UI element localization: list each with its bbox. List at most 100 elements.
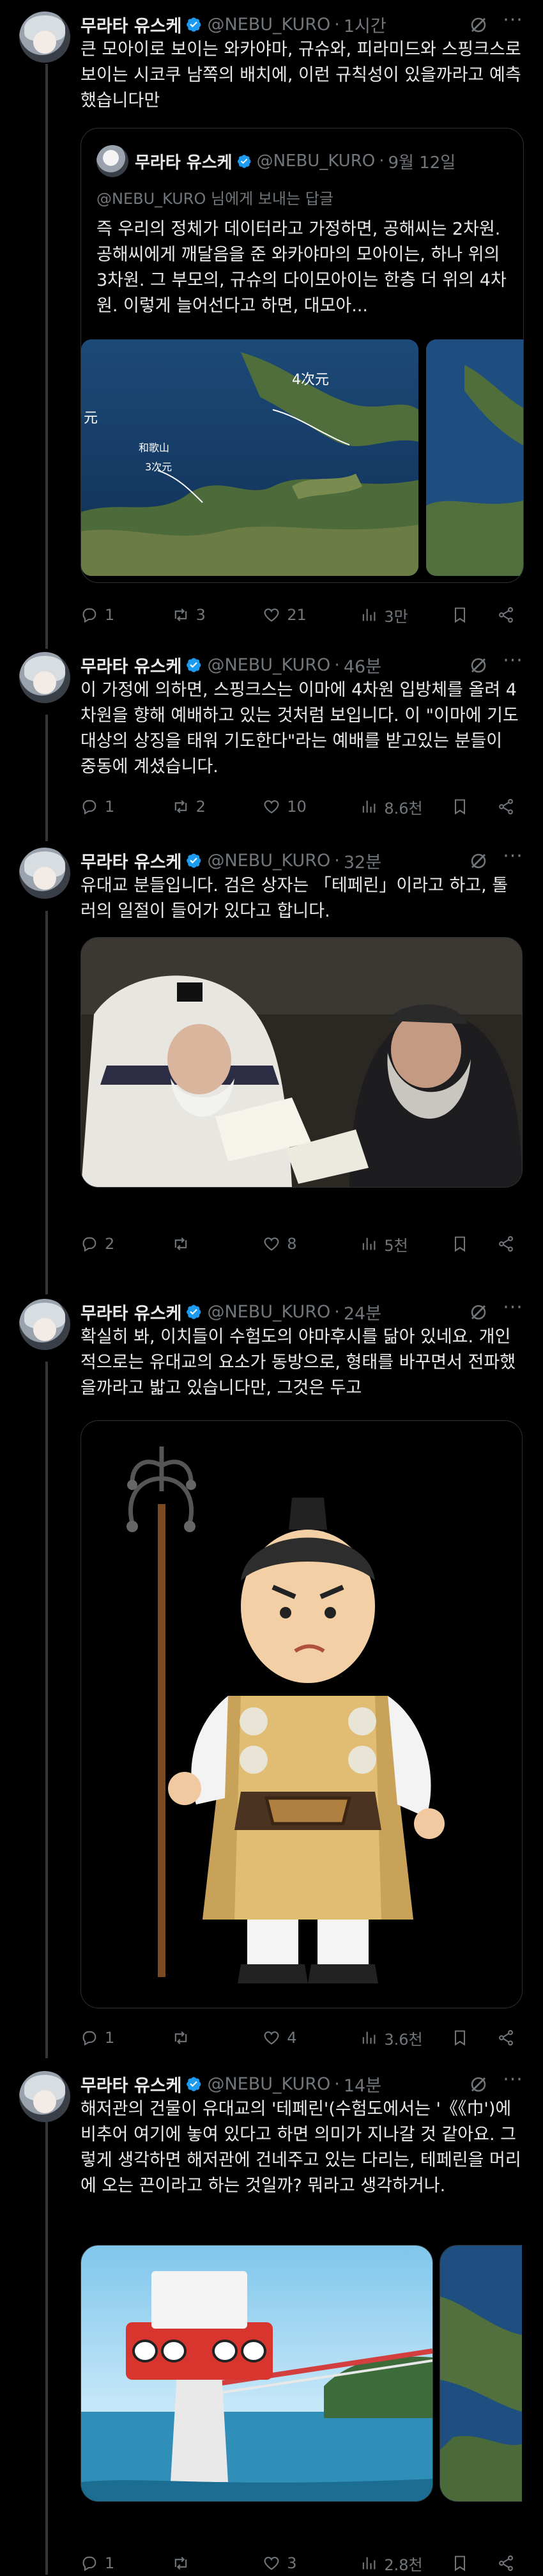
- tweet[interactable]: 무라타 유스케 @NEBU_KURO · 14분 ··· 해저관의 건물이 유대…: [0, 2070, 543, 2575]
- view-count: 5천: [384, 1236, 408, 1255]
- bookmark-icon: [454, 799, 465, 815]
- share-button[interactable]: [497, 798, 521, 816]
- illustration-yamabushi: [81, 1421, 522, 2008]
- tweet[interactable]: 무라타 유스케 @NEBU_KURO · 32분 ··· 유대교 분들입니다. …: [0, 847, 543, 1295]
- avatar[interactable]: [19, 12, 70, 63]
- like-count: 8: [287, 1235, 297, 1253]
- tweet[interactable]: 무라타 유스케 @NEBU_KURO · 24분 ··· 확실히 봐, 이치들이…: [0, 1298, 543, 2056]
- reply-icon: [82, 1237, 96, 1252]
- tweet-time[interactable]: 24분: [344, 1300, 381, 1324]
- reply-icon: [82, 800, 96, 815]
- share-button[interactable]: [497, 1235, 521, 1253]
- avatar[interactable]: [19, 848, 70, 899]
- tweet-time[interactable]: 14분: [344, 2072, 381, 2097]
- avatar[interactable]: [19, 2071, 70, 2122]
- author-name[interactable]: 무라타 유스케: [80, 848, 181, 873]
- share-button[interactable]: [497, 606, 521, 624]
- tweet-text: 이 가정에 의하면, 스핑크스는 이마에 4차원 입방체를 올려 4차원을 향해…: [80, 680, 519, 777]
- author-handle[interactable]: @NEBU_KURO: [207, 851, 330, 871]
- author-name[interactable]: 무라타 유스케: [80, 1300, 181, 1324]
- reply-button[interactable]: 1: [80, 2554, 172, 2572]
- tweet-header: 무라타 유스케 @NEBU_KURO · 32분: [80, 848, 381, 873]
- repost-button[interactable]: [172, 1235, 263, 1253]
- reply-icon: [82, 2556, 96, 2572]
- more-dots-icon[interactable]: ···: [502, 651, 524, 676]
- author-name[interactable]: 무라타 유스케: [80, 2072, 181, 2097]
- map-image[interactable]: 4次元 和歌山 3次元 元: [81, 339, 418, 576]
- author-name[interactable]: 무라타 유스케: [80, 653, 181, 678]
- share-icon: [499, 1236, 513, 1252]
- avatar[interactable]: [19, 652, 70, 703]
- views-button[interactable]: 2.8천: [360, 2552, 451, 2575]
- like-button[interactable]: 4: [263, 2029, 360, 2047]
- repost-button[interactable]: 3: [172, 606, 263, 624]
- views-button[interactable]: 5천: [360, 1233, 451, 1255]
- heart-icon: [264, 2031, 279, 2045]
- bookmark-icon: [454, 2030, 465, 2046]
- bookmark-button[interactable]: [451, 2029, 475, 2047]
- views-button[interactable]: 3만: [360, 604, 451, 626]
- views-button[interactable]: 8.6천: [360, 796, 451, 818]
- reply-button[interactable]: 1: [80, 2029, 172, 2047]
- tweet-photo[interactable]: [80, 937, 523, 1188]
- reply-icon: [82, 608, 96, 623]
- views-button[interactable]: 3.6천: [360, 2027, 451, 2049]
- bookmark-icon: [454, 607, 465, 623]
- reply-button[interactable]: 1: [80, 798, 172, 816]
- repost-button[interactable]: [172, 2554, 263, 2572]
- bookmark-icon: [454, 1236, 465, 1252]
- separator-dot: ·: [334, 655, 340, 675]
- bookmark-button[interactable]: [451, 798, 475, 816]
- grok-icon[interactable]: [469, 1303, 488, 1322]
- reply-icon: [82, 2031, 96, 2046]
- quoted-tweet[interactable]: 무라타 유스케 @NEBU_KURO · 9월 12일 @NEBU_KURO 님…: [80, 128, 524, 583]
- grok-icon[interactable]: [469, 15, 488, 35]
- repost-button[interactable]: 2: [172, 798, 263, 816]
- tweet-header: 무라타 유스케 @NEBU_KURO · 46분: [80, 652, 381, 678]
- verified-badge-icon: [187, 853, 201, 868]
- tweet[interactable]: 무라타 유스케 @NEBU_KURO · 46분 ··· 이 가정에 의하면, …: [0, 651, 543, 837]
- reply-button[interactable]: 2: [80, 1235, 172, 1253]
- grok-icon[interactable]: [469, 2075, 488, 2094]
- author-name: 무라타 유스케: [135, 153, 233, 173]
- grok-icon[interactable]: [469, 656, 488, 675]
- bookmark-button[interactable]: [451, 606, 475, 624]
- more-dots-icon[interactable]: ···: [502, 2070, 524, 2095]
- map-image[interactable]: [426, 339, 523, 576]
- like-button[interactable]: 3: [263, 2554, 360, 2572]
- grok-icon[interactable]: [469, 851, 488, 871]
- map-annotation: 4次元: [292, 372, 329, 388]
- author-handle[interactable]: @NEBU_KURO: [207, 1302, 330, 1322]
- share-button[interactable]: [497, 2029, 521, 2047]
- tweet-time[interactable]: 46분: [344, 653, 381, 678]
- author-handle[interactable]: @NEBU_KURO: [207, 2074, 330, 2094]
- tweet-text: 해저관의 건물이 유대교의 '테페린'(수험도에서는 '《《巾')에 비추어 여…: [80, 2099, 521, 2196]
- quoted-tweet-header: 무라타 유스케 @NEBU_KURO · 9월 12일: [135, 145, 455, 177]
- like-button[interactable]: 8: [263, 1235, 360, 1253]
- tweet-photo[interactable]: [80, 2245, 433, 2502]
- views-bar-icon: [363, 2031, 376, 2044]
- avatar[interactable]: [19, 1299, 70, 1350]
- tweet-time[interactable]: 1시간: [344, 12, 386, 37]
- author-handle[interactable]: @NEBU_KURO: [207, 655, 330, 675]
- views-bar-icon: [363, 1238, 376, 1250]
- author-handle[interactable]: @NEBU_KURO: [207, 15, 330, 35]
- satellite-map: 4次元 和歌山 3次元 元: [81, 339, 418, 576]
- separator-dot: ·: [334, 14, 340, 35]
- more-dots-icon[interactable]: ···: [502, 1298, 524, 1323]
- quoted-tweet-time: 9월 12일: [388, 153, 456, 173]
- share-button[interactable]: [497, 2554, 521, 2572]
- tweet-photo[interactable]: [440, 2245, 522, 2502]
- bookmark-button[interactable]: [451, 2554, 475, 2572]
- bookmark-button[interactable]: [451, 1235, 475, 1253]
- more-dots-icon[interactable]: ···: [502, 11, 524, 36]
- tweet-photo[interactable]: [80, 1420, 523, 2008]
- author-name[interactable]: 무라타 유스케: [80, 12, 181, 37]
- tweet-time[interactable]: 32분: [344, 848, 381, 873]
- like-button[interactable]: 10: [263, 798, 360, 816]
- more-dots-icon[interactable]: ···: [502, 847, 524, 872]
- repost-button[interactable]: [172, 2029, 263, 2047]
- like-button[interactable]: 21: [263, 606, 360, 624]
- tweet[interactable]: 무라타 유스케 @NEBU_KURO · 1시간 ··· 큰 모아이로 보이는 …: [0, 11, 543, 651]
- reply-button[interactable]: 1: [80, 606, 172, 624]
